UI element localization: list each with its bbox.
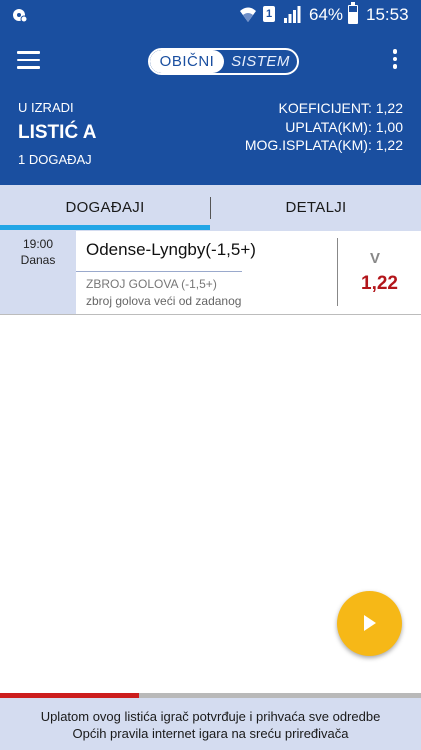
mode-tab-system[interactable]: SISTEM: [224, 50, 297, 73]
tab-active-indicator: [0, 225, 210, 230]
play-icon: [364, 615, 376, 631]
market-name: ZBROJ GOLOVA (-1,5+): [86, 277, 217, 291]
odds-value: 1,22: [361, 273, 398, 294]
battery-icon: [348, 2, 358, 24]
more-vertical-icon[interactable]: [391, 49, 399, 71]
app-bar: OBIČNI SISTEM: [0, 29, 421, 91]
sim-icon: 1: [263, 6, 275, 22]
event-time-column: 19:00 Danas: [0, 231, 76, 314]
event-day: Danas: [20, 253, 56, 267]
battery-percent: 64%: [309, 5, 344, 24]
stake: UPLATA(KM): 1,00: [285, 118, 403, 135]
match-name: Odense-Lyngby(-1,5+): [86, 240, 256, 259]
pick-indicator: V: [370, 250, 381, 267]
ticket-summary: KOEFICIJENT: 1,22 UPLATA(KM): 1,00 MOG.I…: [245, 99, 403, 155]
status-time: 15:53: [366, 5, 409, 24]
ticket-status: U IZRADI: [18, 100, 74, 115]
event-time: 19:00: [22, 237, 54, 251]
notification-icon: [13, 9, 28, 23]
match-separator: [76, 271, 242, 272]
ticket-header: U IZRADI LISTIĆ A 1 DOGAĐAJ KOEFICIJENT:…: [0, 91, 421, 185]
ticket-title: LISTIĆ A: [18, 122, 97, 143]
mode-tab-regular[interactable]: OBIČNI: [150, 50, 224, 73]
battery-fill: [349, 12, 357, 23]
possible-payout: MOG.ISPLATA(KM): 1,22: [244, 137, 403, 153]
market-description: zbroj golova veći od zadanog: [86, 294, 242, 308]
mode-toggle: OBIČNI SISTEM: [148, 48, 299, 75]
event-count: 1 DOGAĐAJ: [18, 152, 92, 167]
tab-details[interactable]: DETALJI: [211, 185, 421, 231]
status-bar: 1 64% 15:53: [0, 0, 421, 29]
submit-fab-button[interactable]: [337, 591, 402, 656]
coefficient: KOEFICIJENT: 1,22: [278, 100, 403, 116]
odds-divider: [337, 238, 338, 306]
terms-footer: Uplatom ovog listića igrač potvrđuje i p…: [0, 698, 421, 750]
hamburger-menu-icon[interactable]: [17, 51, 40, 69]
wifi-icon: [240, 7, 256, 22]
signal-icon: [284, 6, 301, 23]
event-row[interactable]: 19:00 Danas Odense-Lyngby(-1,5+) ZBROJ G…: [0, 231, 421, 315]
